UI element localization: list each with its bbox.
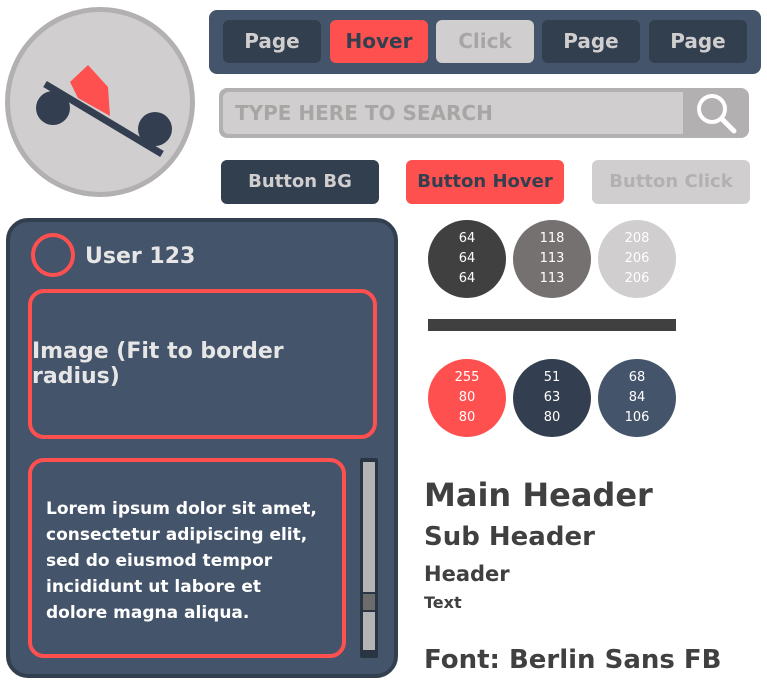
color-swatch: 64 64 64	[428, 220, 506, 298]
color-swatch: 51 63 80	[513, 359, 591, 437]
scrollbar[interactable]	[360, 458, 378, 658]
logo	[5, 7, 195, 197]
nav-page-button[interactable]: Page	[223, 20, 321, 63]
swatch-g: 80	[458, 390, 476, 405]
button-hover[interactable]: Button Hover	[406, 160, 564, 204]
sub-header: Sub Header	[424, 522, 595, 552]
image-label: Image (Fit to border radius)	[32, 339, 284, 389]
swatch-r: 118	[539, 231, 565, 246]
button-click[interactable]: Button Click	[592, 160, 750, 204]
user-name: User 123	[85, 244, 196, 269]
button-bg[interactable]: Button BG	[221, 160, 379, 204]
scrollbar-track[interactable]	[363, 612, 375, 650]
avatar[interactable]	[31, 233, 75, 277]
search-button[interactable]	[683, 88, 749, 138]
color-swatch: 208 206 206	[598, 220, 676, 298]
header: Header	[424, 562, 510, 586]
swatch-g: 113	[539, 251, 565, 266]
search-icon	[697, 94, 737, 134]
swatch-g: 206	[624, 251, 650, 266]
swatch-r: 51	[543, 370, 561, 385]
scrollbar-track[interactable]	[363, 462, 375, 592]
swatch-r: 64	[458, 231, 476, 246]
nav-hover-button[interactable]: Hover	[330, 20, 428, 63]
swatch-g: 64	[458, 251, 476, 266]
motorcycle-logo-icon	[36, 65, 172, 158]
image-placeholder: Image (Fit to border radius)	[28, 289, 377, 439]
nav-bar: Page Hover Click Page Page	[209, 10, 761, 74]
color-swatch: 255 80 80	[428, 359, 506, 437]
color-swatch: 118 113 113	[513, 220, 591, 298]
search-bar	[219, 88, 749, 138]
swatch-b: 206	[624, 271, 650, 286]
swatch-b: 113	[539, 271, 565, 286]
color-swatch: 68 84 106	[598, 359, 676, 437]
text-area[interactable]: Lorem ipsum dolor sit amet, consectetur …	[28, 458, 346, 658]
body-text: Text	[424, 593, 462, 612]
nav-page-button[interactable]: Page	[649, 20, 747, 63]
swatch-b: 64	[458, 271, 476, 286]
swatch-b: 106	[624, 410, 650, 425]
divider-bar	[428, 319, 676, 331]
swatch-b: 80	[458, 410, 476, 425]
swatch-r: 208	[624, 231, 650, 246]
swatch-g: 84	[628, 390, 646, 405]
scrollbar-thumb[interactable]	[363, 594, 375, 610]
nav-click-button[interactable]: Click	[436, 20, 534, 63]
swatch-r: 68	[628, 370, 646, 385]
swatch-b: 80	[543, 410, 561, 425]
nav-page-button[interactable]: Page	[542, 20, 640, 63]
swatch-r: 255	[454, 370, 480, 385]
search-input[interactable]	[223, 92, 683, 134]
font-label: Font: Berlin Sans FB	[424, 645, 722, 675]
user-card: User 123 Image (Fit to border radius) Lo…	[6, 218, 398, 678]
main-header: Main Header	[424, 476, 653, 514]
swatch-g: 63	[543, 390, 561, 405]
